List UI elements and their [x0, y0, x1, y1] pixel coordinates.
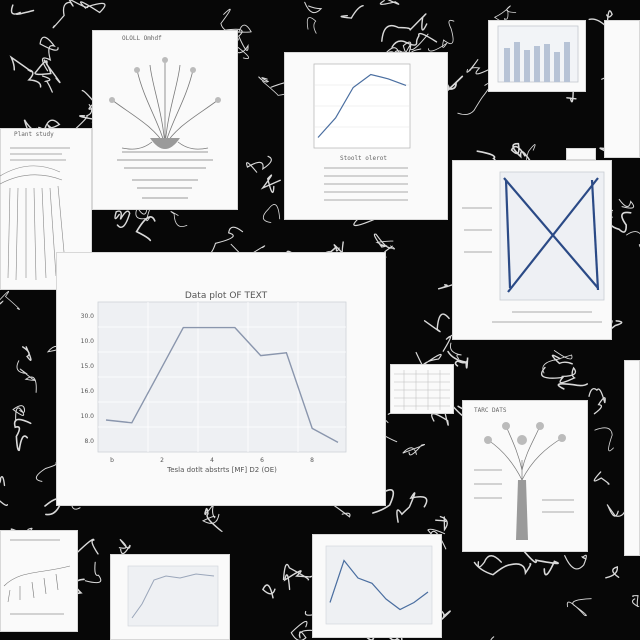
small-bar-chart	[497, 25, 579, 83]
grid-table	[394, 370, 450, 410]
main-chart-card: Data plot OF TEXT 30.0 10.0 15.0 16.0 10.0 8.…	[56, 252, 386, 506]
scribble-stroke	[457, 82, 492, 116]
scribble-stroke	[477, 555, 502, 568]
scribble-stroke	[118, 538, 131, 555]
small-line-chart	[127, 565, 219, 627]
plant-label: Plant study	[14, 131, 54, 138]
scribble-stroke	[605, 566, 620, 579]
scribble-stroke	[114, 210, 131, 228]
main-line-chart: Data plot OF TEXT 30.0 10.0 15.0 16.0 10.0 8.…	[81, 291, 347, 474]
scribble-stroke	[16, 360, 37, 393]
scribble-stroke	[594, 427, 614, 452]
tree-right-title: TARC DATS	[474, 407, 507, 414]
scribble-stroke	[208, 226, 244, 255]
curve-chart-card: Stoolt olerot	[284, 52, 448, 220]
scribble-stroke	[41, 75, 53, 93]
scribble-stroke	[69, 0, 106, 14]
scribble-stroke	[557, 383, 589, 390]
curve-chart: Stoolt olerot	[313, 63, 411, 201]
scribble-stroke	[52, 0, 74, 29]
scribble-stroke	[246, 155, 272, 173]
cross-diagram	[462, 171, 605, 323]
scribble-stroke	[260, 174, 281, 194]
tree-illustration: OLOLL Omhdf	[109, 35, 221, 199]
y-tick-label: 10.0	[81, 413, 95, 420]
small-line-chart-card	[110, 554, 230, 640]
scribble-stroke	[0, 500, 8, 506]
scribble-stroke	[631, 595, 640, 608]
scribble-stroke	[135, 216, 156, 242]
scribble-stroke	[396, 492, 428, 523]
scribble-stroke	[282, 563, 310, 581]
scribble-stroke	[304, 1, 323, 14]
scribble-stroke	[391, 32, 438, 48]
tree-card-title: OLOLL Omhdf	[122, 35, 162, 42]
scribble-stroke	[262, 204, 281, 223]
scribble-stroke	[431, 412, 449, 426]
tree-diagram: TARC DATS	[474, 407, 574, 540]
y-tick-label: 10.0	[81, 338, 95, 345]
small-bar-chart-card	[488, 20, 586, 92]
scribble-stroke	[21, 346, 32, 361]
scribble-stroke	[435, 515, 448, 532]
scribble-stroke	[258, 76, 270, 83]
scribble-stroke	[0, 476, 6, 487]
branch-card	[0, 530, 78, 632]
scribble-stroke	[564, 554, 587, 570]
x-tick-label: 6	[260, 457, 264, 464]
tree-diagram-card: TARC DATS	[462, 400, 588, 552]
wave-chart-card	[312, 534, 442, 638]
right-edge-card	[604, 20, 640, 158]
x-tick-label: 4	[210, 457, 214, 464]
scribble-stroke	[170, 211, 188, 227]
scribble-stroke	[262, 584, 276, 599]
right-edge-strip	[624, 360, 640, 556]
grid-table-card	[390, 364, 454, 414]
x-tick-label: b	[110, 457, 114, 464]
y-tick-label: 15.0	[81, 363, 95, 370]
scribble-stroke	[540, 366, 577, 384]
scribble-stroke	[423, 313, 450, 333]
x-tick-label: 2	[160, 457, 164, 464]
y-tick-label: 8.0	[84, 438, 94, 445]
scribble-stroke	[306, 17, 317, 34]
x-tick-label: 8	[310, 457, 314, 464]
scribble-stroke	[0, 290, 20, 310]
scribble-stroke	[84, 561, 102, 584]
y-tick-label: 16.0	[81, 388, 95, 395]
branch-diagram	[3, 539, 71, 615]
y-tick-label: 30.0	[81, 313, 95, 320]
scribble-stroke	[618, 198, 635, 209]
scribble-stroke	[593, 471, 610, 485]
scribble-stroke	[566, 598, 592, 617]
scribble-stroke	[340, 5, 364, 19]
scribble-stroke	[588, 388, 606, 415]
chart-title: Data plot OF TEXT	[185, 291, 268, 301]
tiny-label-card	[566, 148, 596, 160]
x-axis-label: Tesla dotlt abstrts [MF] D2 (OE)	[166, 466, 277, 474]
wave-chart	[325, 545, 433, 625]
scribble-stroke	[39, 36, 59, 72]
curve-card-title: Stoolt olerot	[340, 155, 387, 162]
scribble-stroke	[10, 4, 35, 15]
scribble-stroke	[626, 231, 640, 248]
scribble-stroke	[402, 443, 426, 456]
scribble-stroke	[35, 462, 58, 482]
scribble-stroke	[379, 0, 400, 5]
scribble-stroke	[381, 13, 428, 42]
cross-diagram-card	[452, 160, 612, 340]
scribble-stroke	[427, 19, 455, 52]
scribble-stroke	[13, 418, 32, 452]
scribble-stroke	[290, 620, 315, 640]
tree-illustration-card: OLOLL Omhdf	[92, 30, 238, 210]
scribble-stroke	[201, 503, 220, 524]
